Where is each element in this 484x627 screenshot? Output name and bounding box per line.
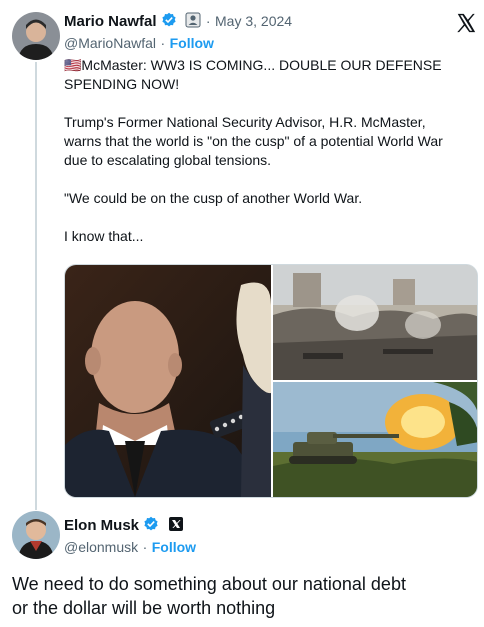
author-header: Mario Nawfal · May 3, 2024 bbox=[64, 12, 292, 32]
tweet-date[interactable]: May 3, 2024 bbox=[215, 13, 292, 29]
verified-badge-icon bbox=[161, 12, 177, 28]
handle-separator: · bbox=[160, 35, 166, 51]
author-handle[interactable]: @MarioNawfal bbox=[64, 35, 156, 51]
reply-follow-button[interactable]: Follow bbox=[152, 539, 196, 555]
tweet-line: 🇺🇸McMaster: WW3 IS COMING... DOUBLE OUR … bbox=[64, 57, 442, 73]
reply-header: Elon Musk bbox=[64, 516, 184, 535]
author-subheader: @MarioNawfal · Follow bbox=[64, 35, 214, 53]
reply-author-avatar[interactable] bbox=[12, 511, 60, 559]
x-affiliate-icon bbox=[168, 516, 184, 532]
reply-author-name[interactable]: Elon Musk bbox=[64, 517, 139, 534]
reply-body: We need to do something about our nation… bbox=[12, 572, 478, 620]
follow-button[interactable]: Follow bbox=[170, 35, 214, 51]
tweet-line: due to escalating global tensions. bbox=[64, 152, 272, 168]
author-name[interactable]: Mario Nawfal bbox=[64, 13, 157, 30]
reply-handle-separator: · bbox=[142, 539, 148, 555]
tweet-body: 🇺🇸McMaster: WW3 IS COMING... DOUBLE OUR … bbox=[64, 56, 474, 246]
media-grid bbox=[64, 264, 478, 498]
author-avatar[interactable] bbox=[12, 12, 60, 60]
tweet-line: SPENDING NOW! bbox=[64, 76, 180, 92]
affiliate-badge-icon bbox=[185, 12, 201, 28]
media-image-rubble[interactable] bbox=[273, 265, 477, 380]
reply-line: or the dollar will be worth nothing bbox=[12, 598, 276, 618]
media-image-portrait[interactable] bbox=[65, 265, 271, 497]
media-image-tank[interactable] bbox=[273, 382, 477, 497]
x-logo-icon[interactable] bbox=[455, 12, 477, 34]
reply-subheader: @elonmusk · Follow bbox=[64, 539, 196, 557]
thread-connector-line bbox=[35, 62, 37, 510]
tweet-line: I know that... bbox=[64, 228, 144, 244]
tweet-line: "We could be on the cusp of another Worl… bbox=[64, 190, 363, 206]
tweet-line: Trump's Former National Security Advisor… bbox=[64, 114, 426, 130]
header-separator: · bbox=[205, 13, 211, 29]
verified-badge-icon bbox=[143, 516, 159, 532]
reply-line: We need to do something about our nation… bbox=[12, 574, 406, 594]
reply-author-handle[interactable]: @elonmusk bbox=[64, 539, 138, 555]
tweet-line: warns that the world is "on the cusp" of… bbox=[64, 133, 443, 149]
